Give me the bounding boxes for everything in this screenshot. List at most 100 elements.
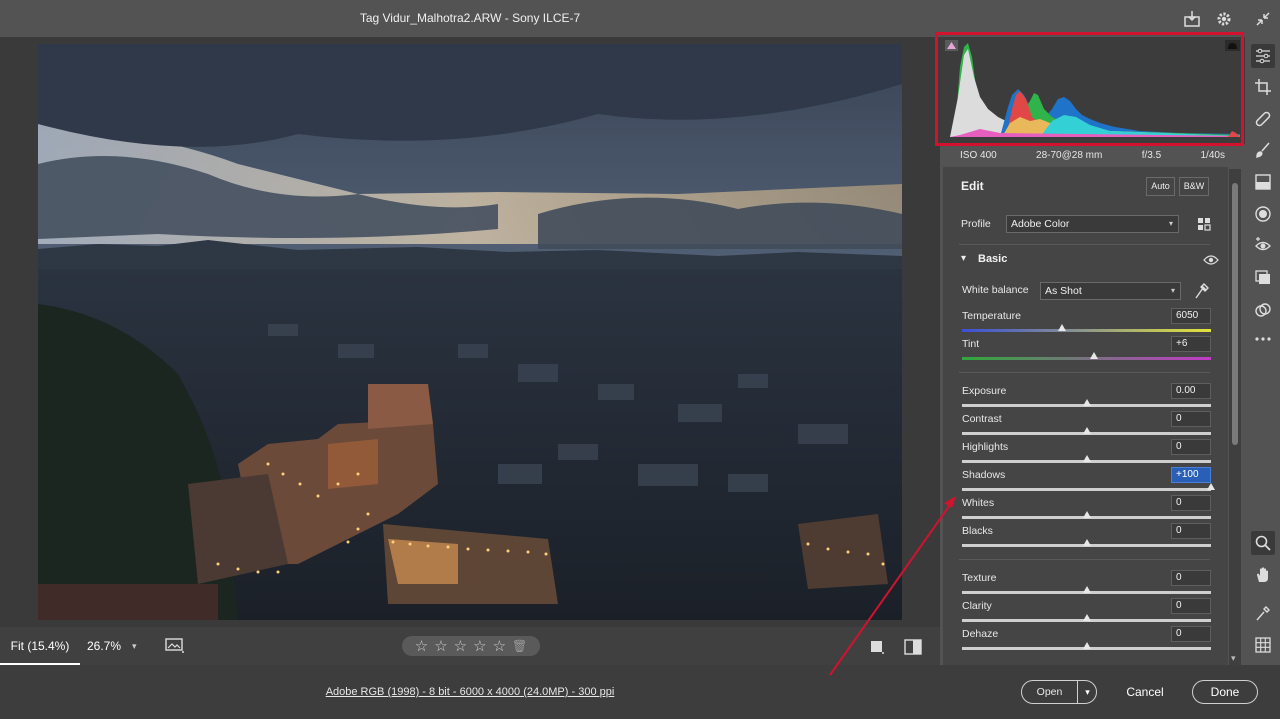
brush-icon[interactable] xyxy=(1251,138,1275,162)
zoom-level-dropdown[interactable]: 26.7% ▾ xyxy=(80,627,148,665)
chevron-down-icon: ▾ xyxy=(961,253,967,264)
clarity-thumb[interactable] xyxy=(1082,614,1091,621)
eye-icon[interactable] xyxy=(1203,254,1219,266)
exif-lens: 28-70@28 mm xyxy=(1036,149,1103,161)
temperature-value-field[interactable]: 6050 xyxy=(1171,308,1211,324)
tint-value-field[interactable]: +6 xyxy=(1171,336,1211,352)
chevron-down-icon: ▾ xyxy=(1168,219,1173,228)
grid-icon[interactable] xyxy=(1251,633,1275,657)
star-icon[interactable]: ☆ xyxy=(473,637,486,655)
star-icon[interactable]: ☆ xyxy=(493,637,506,655)
basic-section-header[interactable]: ▾ Basic xyxy=(959,253,1159,269)
slider-highlights[interactable]: Highlights 0 xyxy=(943,439,1228,469)
slider-texture[interactable]: Texture 0 xyxy=(943,570,1228,600)
color-sampler-icon[interactable] xyxy=(1251,601,1275,625)
temperature-thumb[interactable] xyxy=(1057,324,1066,331)
photo-preview[interactable] xyxy=(38,44,902,620)
profile-value: Adobe Color xyxy=(1011,218,1070,230)
tint-label: Tint xyxy=(962,338,980,350)
blacks-thumb[interactable] xyxy=(1082,539,1091,546)
panel-scrollbar[interactable]: ▾ xyxy=(1229,169,1241,665)
whites-label: Whites xyxy=(962,497,995,509)
crop-view-icon[interactable] xyxy=(870,640,884,654)
presets-icon[interactable] xyxy=(1251,298,1275,322)
exposure-thumb[interactable] xyxy=(1082,399,1091,406)
contrast-thumb[interactable] xyxy=(1082,427,1091,434)
linear-gradient-icon[interactable] xyxy=(1251,170,1275,194)
profile-browser-icon[interactable] xyxy=(1196,216,1212,232)
image-canvas[interactable] xyxy=(0,37,940,627)
dehaze-value-field[interactable]: 0 xyxy=(1171,626,1211,642)
right-panel: ISO 400 28-70@28 mm f/3.5 1/40s Edit Aut… xyxy=(935,32,1245,665)
divider xyxy=(959,559,1210,560)
slider-clarity[interactable]: Clarity 0 xyxy=(943,598,1228,628)
bw-button[interactable]: B&W xyxy=(1179,177,1209,196)
star-icon[interactable]: ☆ xyxy=(415,637,428,655)
edit-sliders-icon[interactable] xyxy=(1251,44,1275,68)
temperature-label: Temperature xyxy=(962,310,1021,322)
slider-tint[interactable]: Tint +6 xyxy=(943,336,1228,366)
filmstrip-icon[interactable] xyxy=(165,638,185,654)
before-after-icon[interactable] xyxy=(904,638,922,656)
shadows-track[interactable] xyxy=(962,488,1211,491)
snapshots-icon[interactable] xyxy=(1251,266,1275,290)
divider xyxy=(959,372,1210,373)
slider-dehaze[interactable]: Dehaze 0 xyxy=(943,626,1228,656)
star-icon[interactable]: ☆ xyxy=(454,637,467,655)
slider-contrast[interactable]: Contrast 0 xyxy=(943,411,1228,441)
zoom-icon[interactable] xyxy=(1251,531,1275,555)
white-balance-select[interactable]: As Shot ▾ xyxy=(1040,282,1181,300)
scrollbar-thumb[interactable] xyxy=(1232,183,1238,445)
highlights-value-field[interactable]: 0 xyxy=(1171,439,1211,455)
dehaze-label: Dehaze xyxy=(962,628,999,640)
white-balance-label: White balance xyxy=(962,284,1029,296)
done-button[interactable]: Done xyxy=(1192,680,1258,704)
contrast-value-field[interactable]: 0 xyxy=(1171,411,1211,427)
profile-label: Profile xyxy=(961,218,991,230)
cancel-button[interactable]: Cancel xyxy=(1115,680,1175,704)
red-eye-icon[interactable] xyxy=(1251,234,1275,258)
blacks-label: Blacks xyxy=(962,525,993,537)
trash-icon[interactable]: 🗑 xyxy=(512,639,527,653)
collapse-icon[interactable] xyxy=(1253,9,1273,29)
crop-icon[interactable] xyxy=(1251,75,1275,99)
slider-whites[interactable]: Whites 0 xyxy=(943,495,1228,525)
gear-icon[interactable] xyxy=(1214,9,1234,29)
workflow-options-link[interactable]: Adobe RGB (1998) - 8 bit - 6000 x 4000 (… xyxy=(0,665,940,719)
radial-gradient-icon[interactable] xyxy=(1251,202,1275,226)
save-icon[interactable] xyxy=(1182,9,1202,29)
slider-temperature[interactable]: Temperature 6050 xyxy=(943,308,1228,338)
tint-track[interactable] xyxy=(962,357,1211,360)
temperature-track[interactable] xyxy=(962,329,1211,332)
dehaze-thumb[interactable] xyxy=(1082,642,1091,649)
texture-value-field[interactable]: 0 xyxy=(1171,570,1211,586)
open-button-label: Open xyxy=(1036,686,1063,698)
open-button[interactable]: Open ▾ xyxy=(1021,680,1097,704)
shadows-label: Shadows xyxy=(962,469,1006,481)
shadows-value-field[interactable]: +100 xyxy=(1171,467,1211,483)
chevron-down-icon[interactable]: ▾ xyxy=(1078,681,1097,703)
hand-icon[interactable] xyxy=(1251,563,1275,587)
more-icon[interactable] xyxy=(1251,327,1275,351)
star-icon[interactable]: ☆ xyxy=(434,637,447,655)
tint-thumb[interactable] xyxy=(1089,352,1098,359)
whites-thumb[interactable] xyxy=(1082,511,1091,518)
shadows-thumb[interactable] xyxy=(1207,483,1215,490)
healing-icon[interactable] xyxy=(1251,107,1275,131)
slider-blacks[interactable]: Blacks 0 xyxy=(943,523,1228,553)
profile-select[interactable]: Adobe Color ▾ xyxy=(1006,215,1179,233)
whites-value-field[interactable]: 0 xyxy=(1171,495,1211,511)
blacks-value-field[interactable]: 0 xyxy=(1171,523,1211,539)
chevron-down-icon[interactable]: ▾ xyxy=(1231,653,1236,664)
eyedropper-icon[interactable] xyxy=(1193,282,1209,300)
clarity-value-field[interactable]: 0 xyxy=(1171,598,1211,614)
exposure-value-field[interactable]: 0.00 xyxy=(1171,383,1211,399)
texture-thumb[interactable] xyxy=(1082,586,1091,593)
rating-stars[interactable]: ☆ ☆ ☆ ☆ ☆ 🗑 xyxy=(402,636,540,656)
chevron-down-icon: ▾ xyxy=(132,641,137,651)
highlights-thumb[interactable] xyxy=(1082,455,1091,462)
slider-exposure[interactable]: Exposure 0.00 xyxy=(943,383,1228,413)
auto-button[interactable]: Auto xyxy=(1146,177,1175,196)
zoom-fit-button[interactable]: Fit (15.4%) xyxy=(0,627,80,665)
slider-shadows[interactable]: Shadows +100 xyxy=(943,467,1228,497)
